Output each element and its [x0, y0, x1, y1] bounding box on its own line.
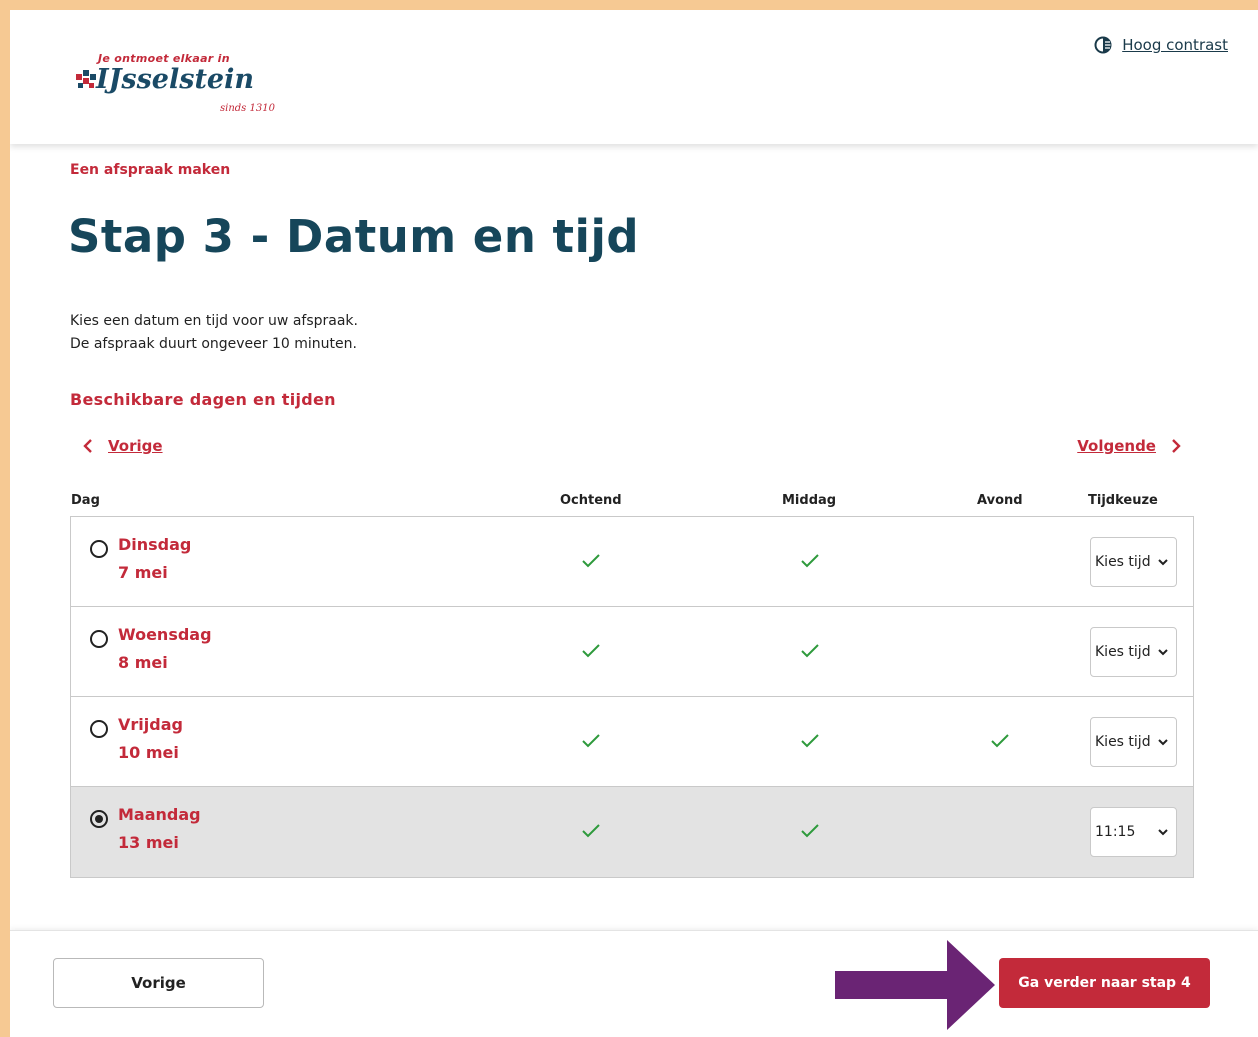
intro-line-1: Kies een datum en tijd voor uw afspraak.	[70, 313, 358, 329]
time-select-value: Kies tijd	[1095, 734, 1151, 750]
intro-line-2: De afspraak duurt ongeveer 10 minuten.	[70, 336, 357, 352]
column-header-day: Dag	[71, 493, 100, 508]
column-header-time: Tijdkeuze	[1088, 493, 1158, 508]
high-contrast-toggle[interactable]: Hoog contrast	[1094, 36, 1228, 54]
previous-week-label[interactable]: Vorige	[108, 437, 163, 455]
check-icon	[991, 734, 1009, 748]
time-select-value: Kies tijd	[1095, 554, 1151, 570]
check-icon	[801, 554, 819, 568]
ijsselstein-logo[interactable]: Je ontmoet elkaar in IJsselstein sinds 1…	[52, 52, 302, 124]
check-icon	[582, 554, 600, 568]
day-radio[interactable]	[90, 540, 108, 558]
check-icon	[801, 644, 819, 658]
check-icon	[801, 734, 819, 748]
day-date: 13 mei	[118, 833, 179, 852]
day-name: Woensdag	[118, 625, 212, 644]
day-name: Dinsdag	[118, 535, 192, 554]
section-title: Beschikbare dagen en tijden	[70, 390, 336, 409]
page: Je ontmoet elkaar in IJsselstein sinds 1…	[10, 10, 1258, 1037]
previous-week-link[interactable]: Vorige	[82, 437, 163, 455]
day-date: 7 mei	[118, 563, 168, 582]
time-select[interactable]: Kies tijd	[1090, 627, 1177, 677]
site-header: Je ontmoet elkaar in IJsselstein sinds 1…	[10, 10, 1258, 144]
time-select-value: Kies tijd	[1095, 644, 1151, 660]
time-select[interactable]: Kies tijd	[1090, 537, 1177, 587]
chevron-down-icon	[1158, 829, 1168, 836]
availability-table: Dinsdag 7 mei Kies tijd Woensdag 8 mei K…	[70, 516, 1194, 878]
previous-step-button[interactable]: Vorige	[53, 958, 264, 1008]
day-date: 10 mei	[118, 743, 179, 762]
day-row[interactable]: Dinsdag 7 mei Kies tijd	[71, 517, 1193, 607]
column-header-morning: Ochtend	[560, 493, 622, 508]
column-header-afternoon: Middag	[782, 493, 837, 508]
day-radio[interactable]	[90, 720, 108, 738]
chevron-down-icon	[1158, 739, 1168, 746]
logo-mark-icon	[76, 70, 96, 88]
breadcrumb: Een afspraak maken	[70, 162, 231, 178]
day-row[interactable]: Vrijdag 10 mei Kies tijd	[71, 697, 1193, 787]
chevron-left-icon	[83, 439, 92, 453]
logo-name: IJsselstein	[96, 64, 254, 95]
day-date: 8 mei	[118, 653, 168, 672]
column-header-evening: Avond	[977, 493, 1023, 508]
day-row-selected[interactable]: Maandag 13 mei 11:15	[71, 787, 1193, 877]
chevron-right-icon	[1172, 439, 1181, 453]
check-icon	[582, 734, 600, 748]
page-title: Stap 3 - Datum en tijd	[68, 210, 640, 263]
day-radio-checked[interactable]	[90, 810, 108, 828]
logo-since: sinds 1310	[220, 103, 275, 114]
check-icon	[582, 644, 600, 658]
next-week-link[interactable]: Volgende	[1077, 437, 1182, 455]
high-contrast-link[interactable]: Hoog contrast	[1122, 36, 1228, 54]
day-row[interactable]: Woensdag 8 mei Kies tijd	[71, 607, 1193, 697]
arrow-right-icon	[835, 940, 995, 1030]
check-icon	[801, 824, 819, 838]
time-select[interactable]: 11:15	[1090, 807, 1177, 857]
time-select[interactable]: Kies tijd	[1090, 717, 1177, 767]
next-week-label[interactable]: Volgende	[1077, 437, 1156, 455]
intro-text: Kies een datum en tijd voor uw afspraak.…	[70, 310, 358, 356]
check-icon	[582, 824, 600, 838]
day-name: Maandag	[118, 805, 201, 824]
time-select-value: 11:15	[1095, 824, 1136, 840]
day-name: Vrijdag	[118, 715, 183, 734]
next-step-button[interactable]: Ga verder naar stap 4	[999, 958, 1210, 1008]
chevron-down-icon	[1158, 649, 1168, 656]
day-radio[interactable]	[90, 630, 108, 648]
chevron-down-icon	[1158, 559, 1168, 566]
contrast-icon	[1094, 36, 1112, 54]
